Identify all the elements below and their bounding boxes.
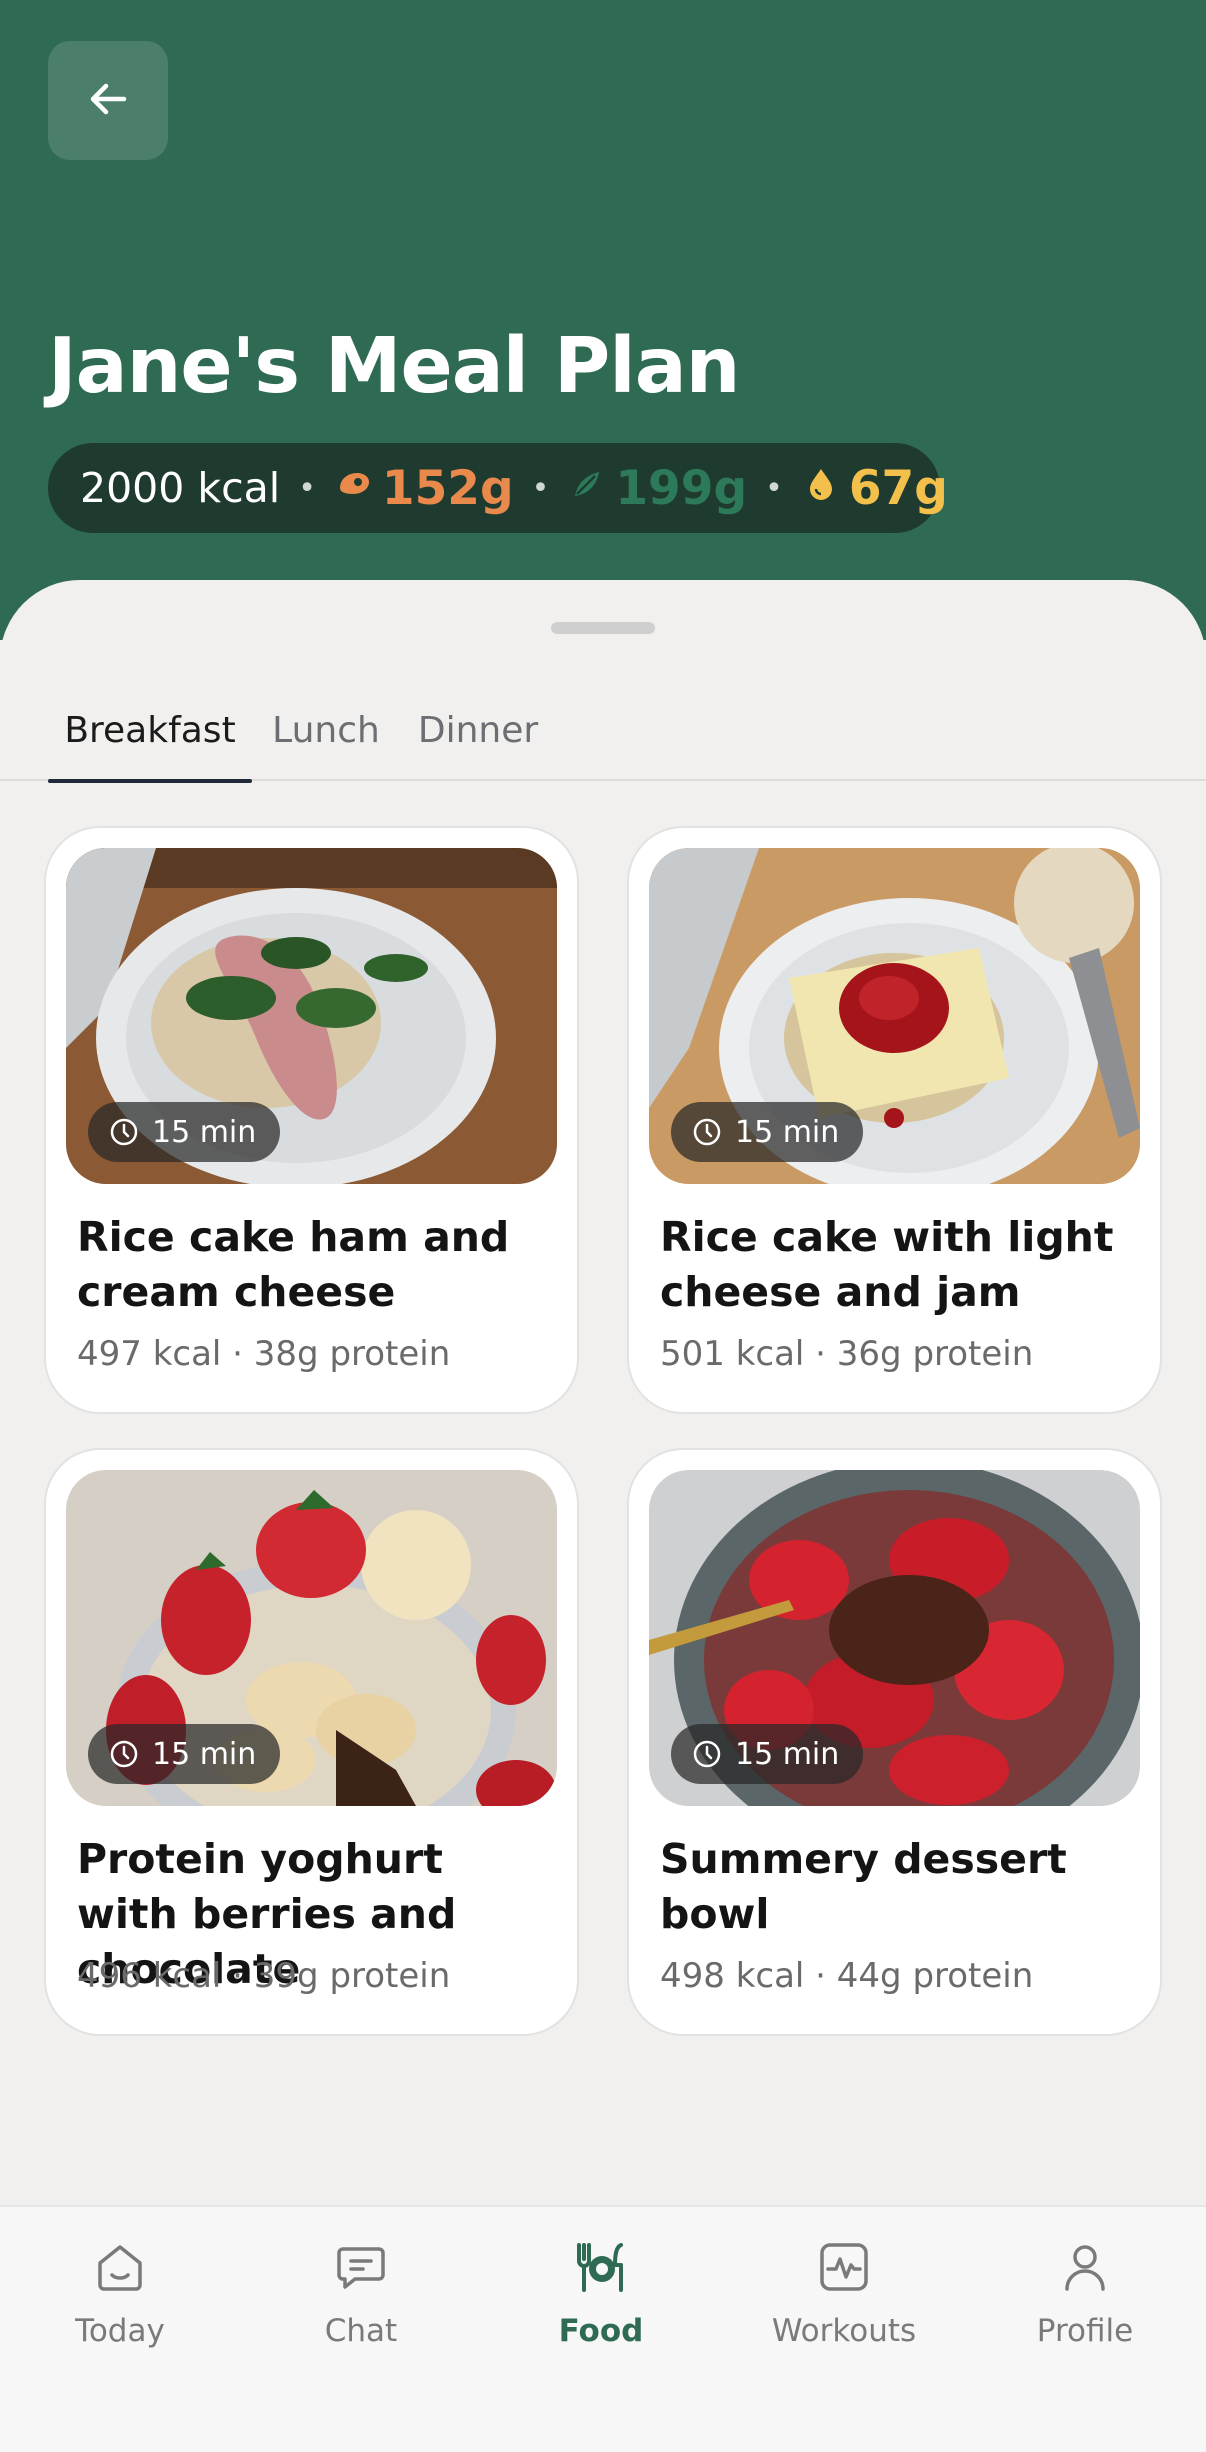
fat-value: 67g xyxy=(848,460,948,516)
arrow-left-icon xyxy=(84,75,132,127)
clock-icon xyxy=(108,1738,152,1770)
time-badge: 15 min xyxy=(88,1724,281,1784)
kcal-value: 2000 kcal xyxy=(80,464,281,512)
chat-icon xyxy=(329,2235,393,2299)
nav-item-profile[interactable]: Profile xyxy=(985,2235,1185,2349)
fat-icon xyxy=(801,461,849,516)
protein-value: 152g xyxy=(381,460,514,516)
macro-summary: 2000 kcal • 152g • 199g • 67g xyxy=(48,443,948,533)
meal-photo: 15 min xyxy=(66,848,557,1184)
fat-macro: 67g xyxy=(801,461,948,516)
time-badge: 15 min xyxy=(671,1102,864,1162)
clock-icon xyxy=(691,1116,735,1148)
nav-item-food[interactable]: Food xyxy=(501,2235,701,2349)
protein-icon xyxy=(334,461,382,516)
nav-item-workouts[interactable]: Workouts xyxy=(744,2235,944,2349)
carbs-value: 199g xyxy=(615,460,748,516)
meal-title: Summery dessert bowl xyxy=(660,1835,1067,1938)
time-badge: 15 min xyxy=(88,1102,281,1162)
food-icon xyxy=(569,2235,633,2299)
nav-item-today[interactable]: Today xyxy=(20,2235,220,2349)
meal-card[interactable]: 15 min Summery dessert bowl 498 kcal · 4… xyxy=(627,1448,1162,2036)
meal-sheet: Breakfast Lunch Dinner 15 min Rice cake … xyxy=(0,580,1206,2205)
tab-lunch[interactable]: Lunch xyxy=(262,680,390,781)
tab-dinner[interactable]: Dinner xyxy=(408,680,548,781)
nav-item-chat[interactable]: Chat xyxy=(261,2235,461,2349)
page-title: Jane's Meal Plan xyxy=(48,322,740,411)
clock-icon xyxy=(108,1116,152,1148)
carbs-icon xyxy=(567,461,615,516)
home-icon xyxy=(88,2235,152,2299)
meal-card[interactable]: 15 min Rice cake with light cheese and j… xyxy=(627,826,1162,1414)
meal-title: Rice cake ham and cream cheese xyxy=(77,1213,510,1316)
meal-nutrition: 498 kcal · 44g protein xyxy=(660,1956,1034,1996)
back-button[interactable] xyxy=(48,41,168,160)
time-badge: 15 min xyxy=(671,1724,864,1784)
meal-photo: 15 min xyxy=(649,848,1140,1184)
meal-nutrition: 501 kcal · 36g protein xyxy=(660,1334,1034,1374)
clock-icon xyxy=(691,1738,735,1770)
meal-title: Rice cake with light cheese and jam xyxy=(660,1213,1114,1316)
meal-photo: 15 min xyxy=(66,1470,557,1806)
tab-breakfast[interactable]: Breakfast xyxy=(48,680,252,783)
meal-nutrition: 497 kcal · 38g protein xyxy=(77,1334,451,1374)
bottom-nav: Today Chat Food Workouts Profile xyxy=(0,2205,1206,2452)
meal-photo: 15 min xyxy=(649,1470,1140,1806)
meal-card[interactable]: 15 min Protein yoghurt with berries and … xyxy=(44,1448,579,2036)
header: Jane's Meal Plan 2000 kcal • 152g • 199g… xyxy=(0,0,1206,640)
meal-nutrition: 496 kcal · 39g protein xyxy=(77,1956,451,1996)
meal-tabs: Breakfast Lunch Dinner xyxy=(0,680,1206,783)
protein-macro: 152g xyxy=(334,461,514,516)
meal-card[interactable]: 15 min Rice cake ham and cream cheese 49… xyxy=(44,826,579,1414)
carbs-macro: 199g xyxy=(567,461,747,516)
drag-handle[interactable] xyxy=(551,622,655,634)
workouts-icon xyxy=(812,2235,876,2299)
profile-icon xyxy=(1053,2235,1117,2299)
